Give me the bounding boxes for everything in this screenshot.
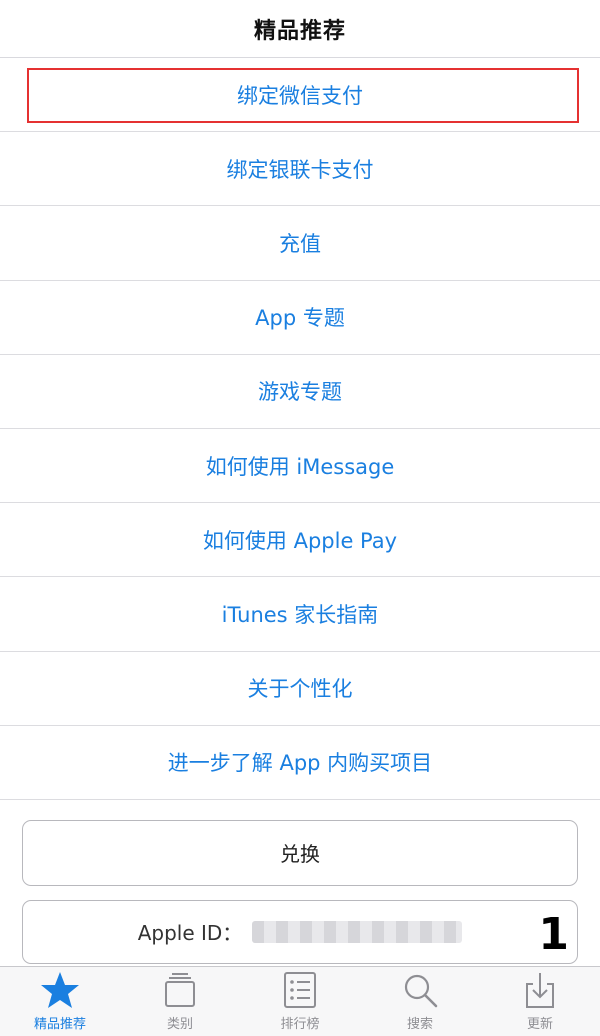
tab-label: 更新	[526, 1017, 553, 1032]
list-item-bind-unionpay[interactable]: 绑定银联卡支付	[0, 132, 600, 207]
list-item-top-up[interactable]: 充值	[0, 206, 600, 281]
list-item-personalization[interactable]: 关于个性化	[0, 652, 600, 726]
search-icon	[404, 974, 438, 1008]
list-item-app-topics[interactable]: App 专题	[0, 281, 600, 355]
tab-search[interactable]: 搜索	[360, 967, 480, 1036]
ranking-list-icon	[284, 972, 316, 1008]
tab-ranking[interactable]: 排行榜	[240, 967, 360, 1036]
list-item-in-app-purchases[interactable]: 进一步了解 App 内购买项目	[0, 726, 600, 800]
tab-featured[interactable]: 精品推荐	[0, 967, 120, 1036]
featured-links-list: 绑定微信支付 绑定银联卡支付 充值 App 专题 游戏专题 如何使用 iMess…	[0, 58, 600, 800]
nav-header: 精品推荐	[0, 0, 600, 58]
tab-categories[interactable]: 类别	[120, 967, 240, 1036]
tab-label: 精品推荐	[33, 1017, 86, 1032]
tab-updates[interactable]: 更新	[480, 967, 600, 1036]
update-download-icon	[526, 973, 554, 1008]
list-item-itunes-parents-guide[interactable]: iTunes 家长指南	[0, 577, 600, 652]
tab-bar: 精品推荐 类别 排行榜 搜索 更新	[0, 966, 600, 1036]
tab-label: 排行榜	[280, 1017, 320, 1032]
list-item-imessage-howto[interactable]: 如何使用 iMessage	[0, 429, 600, 504]
list-item-game-topics[interactable]: 游戏专题	[0, 355, 600, 429]
account-buttons: 兑换 Apple ID： 1	[0, 800, 600, 964]
apple-id-button[interactable]: Apple ID： 1	[22, 899, 578, 964]
list-item-bind-wechat-pay[interactable]: 绑定微信支付	[0, 58, 600, 133]
annotation-number: 1	[538, 908, 569, 960]
list-item-apple-pay-howto[interactable]: 如何使用 Apple Pay	[0, 503, 600, 578]
apple-id-label: Apple ID：	[137, 921, 243, 946]
star-icon	[41, 972, 79, 1008]
tab-label: 搜索	[406, 1017, 433, 1032]
categories-icon	[165, 973, 195, 1007]
apple-id-redacted	[252, 920, 463, 943]
tab-label: 类别	[166, 1017, 193, 1032]
redeem-button[interactable]: 兑换	[22, 819, 578, 886]
page-title: 精品推荐	[253, 18, 346, 44]
